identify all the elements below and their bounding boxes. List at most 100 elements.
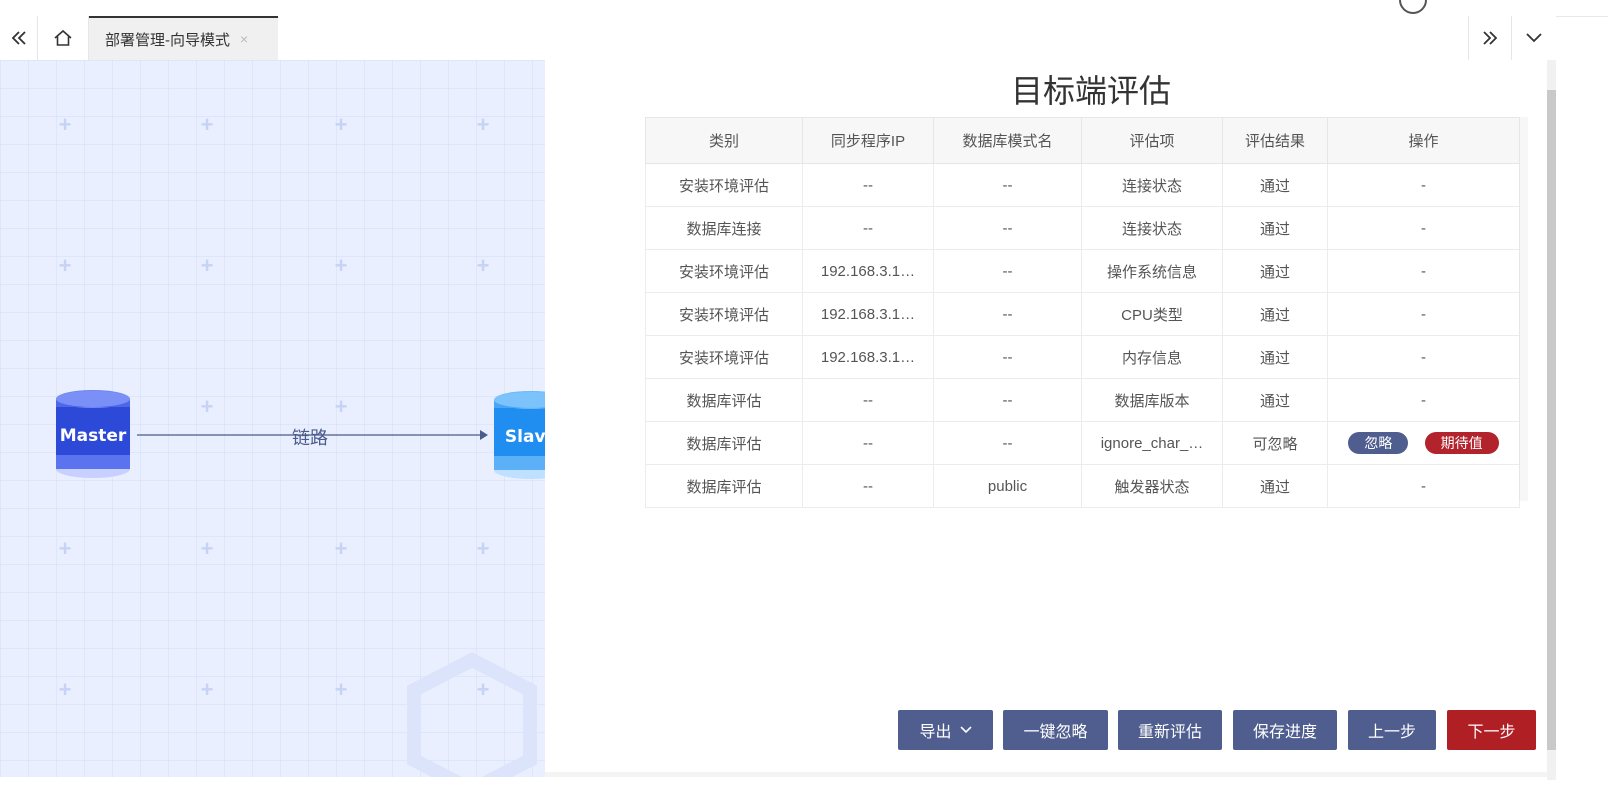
table-cell: 数据库评估: [645, 421, 803, 465]
table-cell: --: [933, 378, 1082, 422]
table-cell: 可忽略: [1222, 421, 1328, 465]
grid-plus-icon: +: [200, 536, 214, 561]
assessment-table: 类别 同步程序IP 数据库模式名 评估项 评估结果 操作 安装环境评估 -- -…: [645, 117, 1520, 508]
table-scroll-edge: [1519, 117, 1528, 501]
table-cell: --: [933, 421, 1082, 465]
table-cell: 通过: [1222, 163, 1328, 207]
table-cell: 数据库评估: [645, 378, 803, 422]
table-cell: --: [933, 292, 1082, 336]
column-header: 类别: [645, 117, 803, 164]
table-row: 安装环境评估 192.168.3.1… -- 操作系统信息 通过 -: [645, 249, 1520, 293]
grid-plus-icon: +: [334, 536, 348, 561]
table-cell: --: [802, 464, 934, 508]
grid-plus-icon: +: [58, 677, 72, 702]
column-header: 评估项: [1081, 117, 1223, 164]
tab-label: 部署管理-向导模式: [105, 31, 230, 49]
tabs-scroll-left-button[interactable]: [0, 16, 38, 60]
table-cell: --: [802, 163, 934, 207]
chevron-down-icon: [959, 726, 972, 734]
table-cell: 通过: [1222, 378, 1328, 422]
watermark-logo: [407, 652, 537, 777]
panel-bottom-border: [545, 772, 1547, 777]
ignore-button[interactable]: 忽略: [1348, 432, 1409, 454]
grid-plus-icon: +: [476, 253, 490, 278]
tab-deploy-wizard[interactable]: 部署管理-向导模式 ×: [89, 16, 278, 60]
table-cell: 操作系统信息: [1081, 249, 1223, 293]
column-header: 同步程序IP: [802, 117, 934, 164]
table-actions-cell: 忽略 期待值: [1327, 421, 1520, 465]
table-cell: 安装环境评估: [645, 249, 803, 293]
table-cell: CPU类型: [1081, 292, 1223, 336]
table-cell: 安装环境评估: [645, 335, 803, 379]
table-row: 数据库评估 -- -- ignore_char_… 可忽略 忽略 期待值: [645, 421, 1520, 465]
table-cell: 通过: [1222, 206, 1328, 250]
table-cell: --: [933, 335, 1082, 379]
grid-plus-icon: +: [200, 112, 214, 137]
grid-plus-icon: +: [476, 536, 490, 561]
table-cell: --: [933, 163, 1082, 207]
user-avatar[interactable]: [1399, 0, 1427, 14]
chevron-down-icon: [1526, 33, 1542, 43]
home-icon: [54, 29, 72, 46]
reassess-button[interactable]: 重新评估: [1118, 710, 1222, 750]
page-scrollbar-thumb[interactable]: [1547, 90, 1556, 750]
save-progress-button[interactable]: 保存进度: [1233, 710, 1337, 750]
table-row: 数据库评估 -- public 触发器状态 通过 -: [645, 464, 1520, 508]
table-cell: -: [1327, 249, 1520, 293]
grid-plus-icon: +: [58, 253, 72, 278]
topology-canvas[interactable]: + + + + + + + + + + + + + + + + + + Mast…: [0, 60, 545, 777]
table-cell: 通过: [1222, 335, 1328, 379]
table-row: 数据库连接 -- -- 连接状态 通过 -: [645, 206, 1520, 250]
table-cell: 192.168.3.1…: [802, 249, 934, 293]
table-cell: public: [933, 464, 1082, 508]
slave-db-node[interactable]: Slave: [493, 390, 545, 480]
table-cell: 通过: [1222, 464, 1328, 508]
grid-plus-icon: +: [58, 112, 72, 137]
previous-step-button[interactable]: 上一步: [1348, 710, 1436, 750]
column-header: 数据库模式名: [933, 117, 1082, 164]
master-db-node[interactable]: Master: [55, 389, 131, 479]
table-header-row: 类别 同步程序IP 数据库模式名 评估项 评估结果 操作: [645, 117, 1520, 164]
double-chevron-left-icon: [11, 31, 26, 45]
slave-db-label: Slave: [504, 427, 545, 447]
grid-plus-icon: +: [334, 253, 348, 278]
table-cell: 内存信息: [1081, 335, 1223, 379]
top-strip: [0, 0, 1608, 17]
grid-plus-icon: +: [58, 536, 72, 561]
table-cell: 连接状态: [1081, 163, 1223, 207]
table-cell: 数据库版本: [1081, 378, 1223, 422]
table-cell: 数据库连接: [645, 206, 803, 250]
table-cell: 触发器状态: [1081, 464, 1223, 508]
master-db-label: Master: [59, 426, 127, 446]
double-chevron-right-icon: [1483, 31, 1498, 45]
column-header: 操作: [1327, 117, 1520, 164]
expected-value-button[interactable]: 期待值: [1424, 432, 1499, 454]
tab-bar: 部署管理-向导模式 ×: [0, 16, 1556, 61]
table-row: 安装环境评估 192.168.3.1… -- CPU类型 通过 -: [645, 292, 1520, 336]
next-step-button[interactable]: 下一步: [1447, 710, 1536, 750]
table-cell: --: [933, 206, 1082, 250]
tab-close-icon[interactable]: ×: [240, 31, 248, 47]
grid-plus-icon: +: [476, 112, 490, 137]
table-row: 安装环境评估 192.168.3.1… -- 内存信息 通过 -: [645, 335, 1520, 379]
table-cell: 数据库评估: [645, 464, 803, 508]
table-cell: --: [802, 378, 934, 422]
table-cell: ignore_char_…: [1081, 421, 1223, 465]
home-tab-button[interactable]: [38, 16, 89, 60]
table-cell: -: [1327, 378, 1520, 422]
tabs-scroll-right-button[interactable]: [1468, 16, 1512, 60]
table-cell: -: [1327, 163, 1520, 207]
export-dropdown-button[interactable]: 导出: [898, 710, 993, 750]
tabs-menu-button[interactable]: [1512, 16, 1556, 60]
export-label: 导出: [919, 724, 952, 741]
ignore-all-button[interactable]: 一键忽略: [1003, 710, 1108, 750]
table-cell: -: [1327, 335, 1520, 379]
grid-plus-icon: +: [334, 112, 348, 137]
table-cell: 通过: [1222, 292, 1328, 336]
table-row: 数据库评估 -- -- 数据库版本 通过 -: [645, 378, 1520, 422]
table-cell: 通过: [1222, 249, 1328, 293]
grid-plus-icon: +: [200, 394, 214, 419]
grid-plus-icon: +: [200, 253, 214, 278]
grid-plus-icon: +: [334, 677, 348, 702]
table-cell: 192.168.3.1…: [802, 292, 934, 336]
